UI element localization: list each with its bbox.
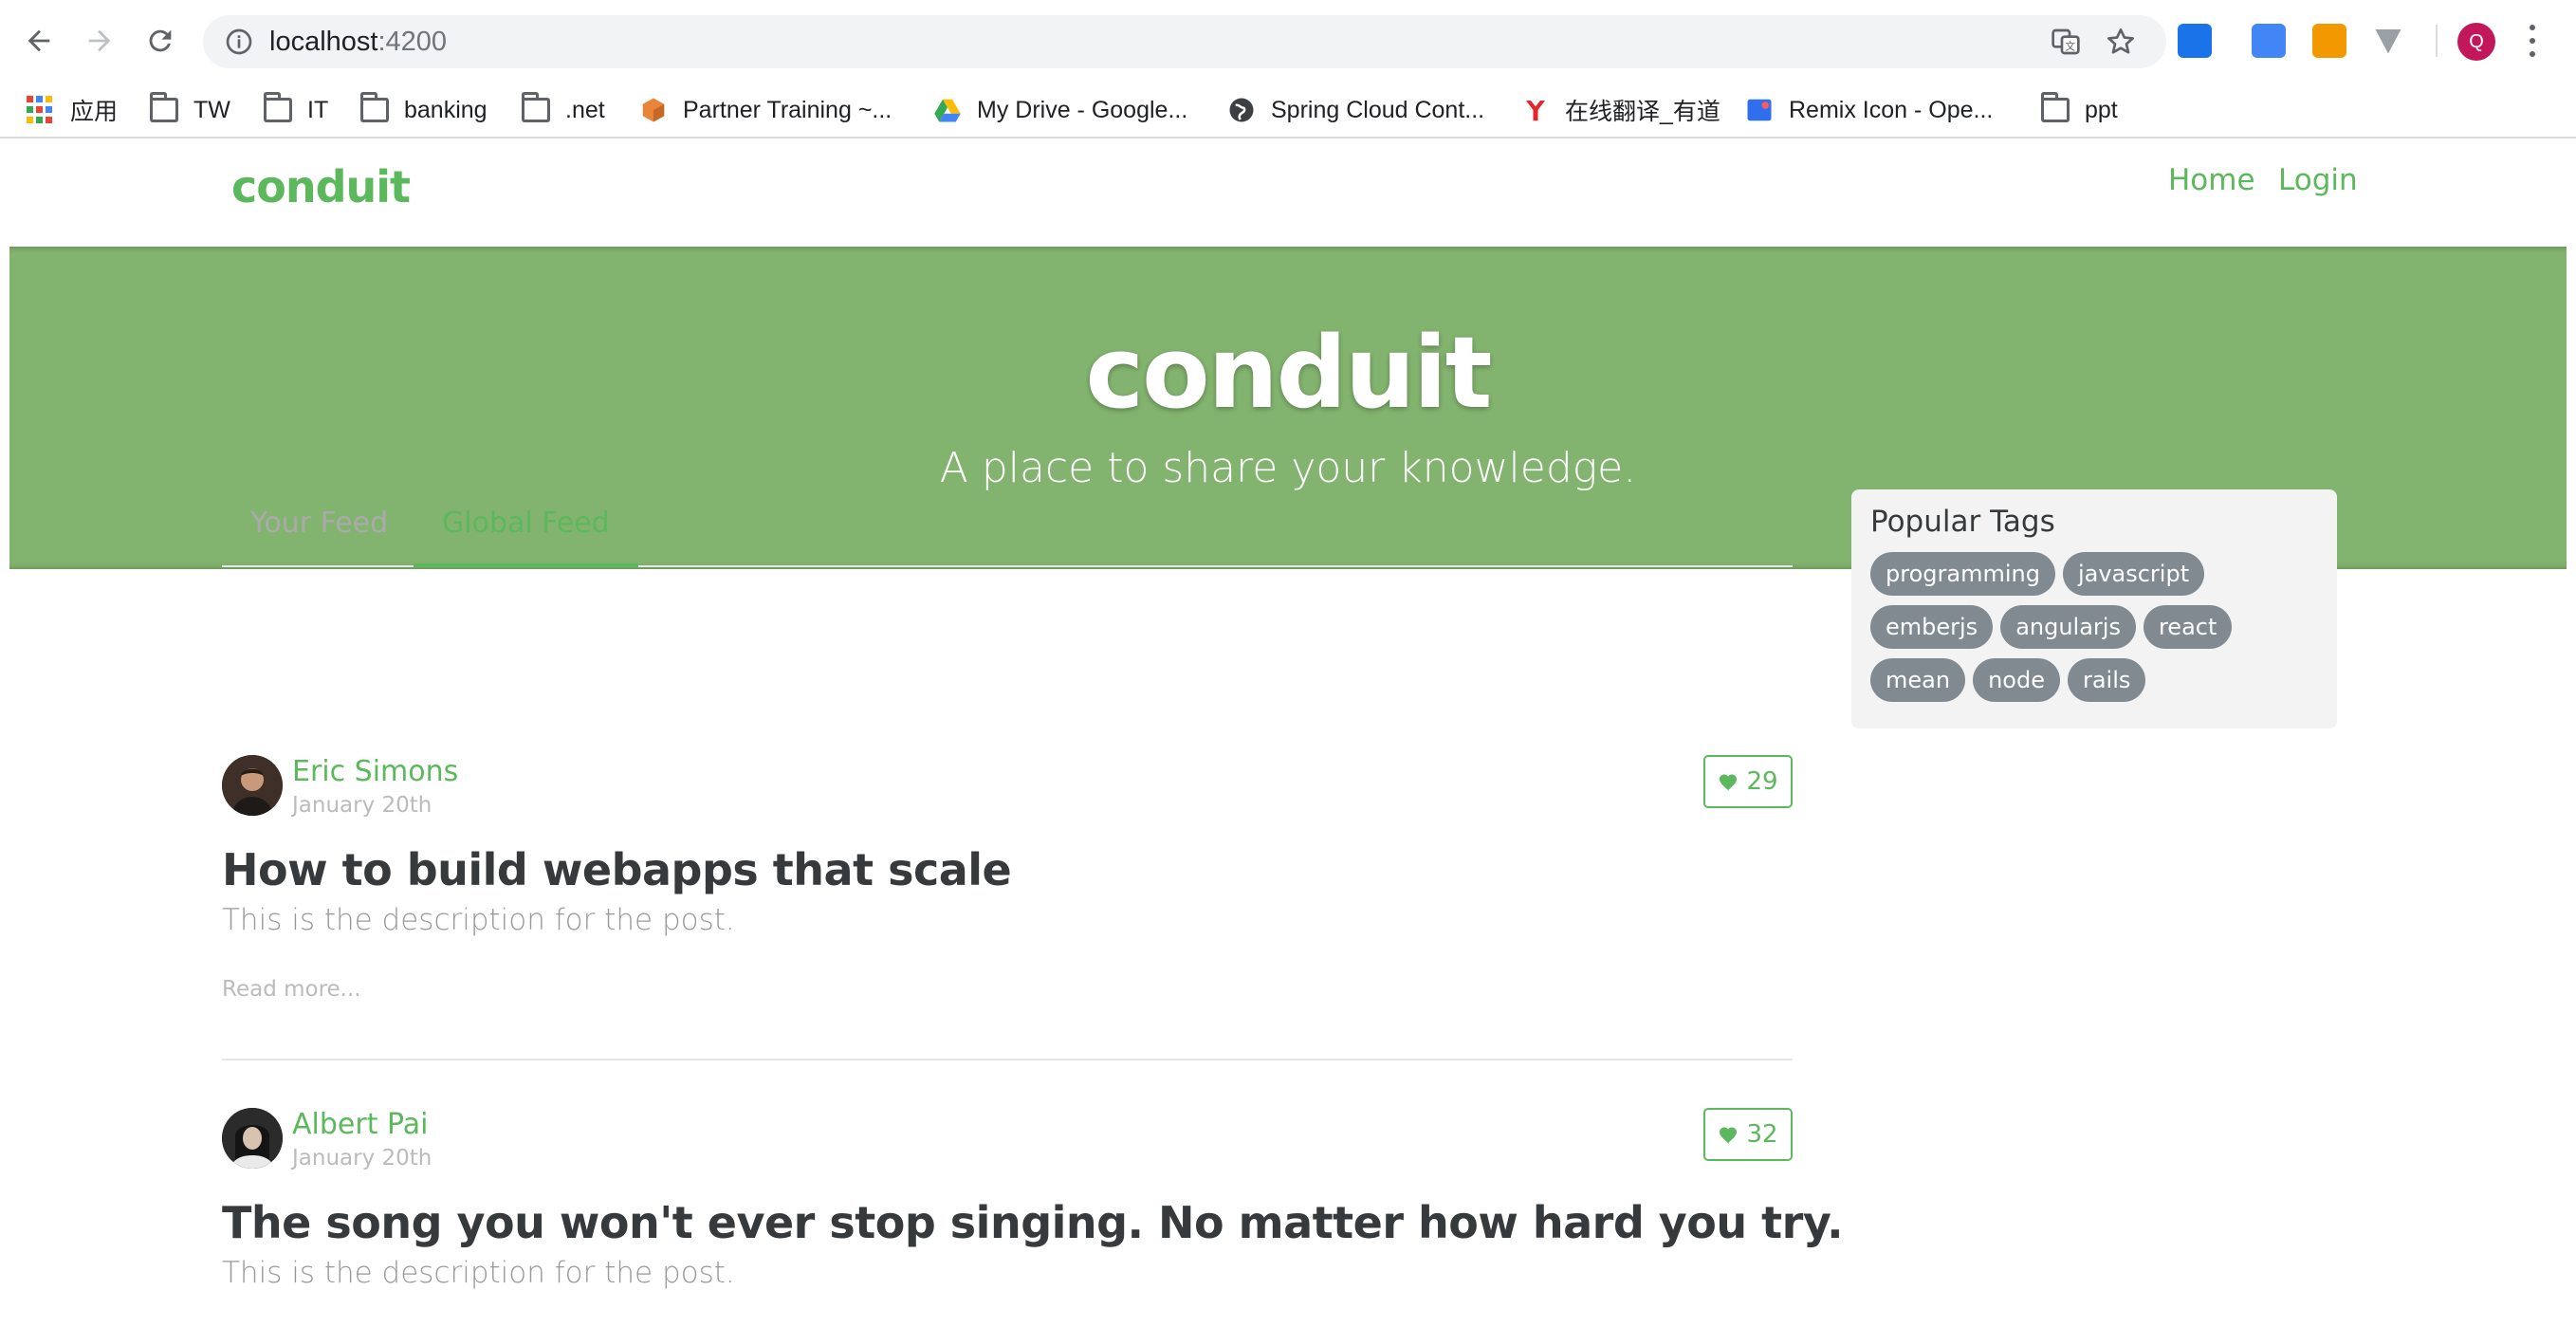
address-bar[interactable]: localhost:4200 文 xyxy=(203,15,2166,68)
tag-pill[interactable]: programming xyxy=(1870,552,2055,596)
bookmark-label: .net xyxy=(565,96,605,123)
bookmark-partner-training[interactable]: Partner Training ~... xyxy=(639,91,892,129)
article-date: January 20th xyxy=(292,1146,432,1170)
bookmark-ppt[interactable]: ppt xyxy=(2041,91,2118,129)
profile-avatar[interactable]: Q xyxy=(2457,23,2495,61)
heart-icon xyxy=(1720,1127,1738,1144)
bookmark-remix-icon[interactable]: Remix Icon - Ope... xyxy=(1745,91,1993,129)
tag-pill[interactable]: mean xyxy=(1870,658,1966,702)
article-date: January 20th xyxy=(292,793,432,818)
drive-icon xyxy=(933,98,962,122)
youdao-icon xyxy=(1521,98,1550,122)
feed-tabs: Your Feed Global Feed xyxy=(222,480,1793,567)
author-avatar[interactable] xyxy=(222,1108,283,1169)
bookmark-label: Remix Icon - Ope... xyxy=(1789,96,1994,123)
reload-icon xyxy=(149,29,172,52)
bookmark-label: Spring Cloud Cont... xyxy=(1271,96,1485,123)
bookmark-label: ppt xyxy=(2085,96,2118,123)
tag-pill[interactable]: rails xyxy=(2067,658,2146,702)
heart-icon xyxy=(1720,774,1738,791)
arrow-left-icon xyxy=(28,29,50,52)
popular-tags-sidebar: Popular Tags programming javascript embe… xyxy=(1851,489,2337,728)
tag-pill[interactable]: node xyxy=(1973,658,2060,702)
url-host: localhost xyxy=(269,27,378,57)
s-extension-icon[interactable] xyxy=(2178,24,2212,58)
apps-icon xyxy=(27,96,55,124)
author-name[interactable]: Eric Simons xyxy=(292,755,458,788)
back-button[interactable] xyxy=(17,19,61,63)
folder-icon xyxy=(150,92,178,122)
article-description: This is the description for the post. xyxy=(222,1256,735,1290)
bookmark-dotnet[interactable]: .net xyxy=(522,91,605,129)
translate-icon[interactable]: 文 xyxy=(2051,27,2081,57)
bookmark-apps[interactable]: 应用 xyxy=(27,91,118,129)
favorite-button[interactable]: 29 xyxy=(1703,755,1793,808)
tag-pill[interactable]: emberjs xyxy=(1870,605,1994,649)
box-icon xyxy=(639,98,668,122)
site-navbar: conduit Home Login xyxy=(9,140,2567,247)
browser-toolbar: localhost:4200 文 Q xyxy=(0,0,2576,82)
bookmark-label: TW xyxy=(193,96,230,123)
bookmark-label: banking xyxy=(404,96,488,123)
orange-extension-icon[interactable] xyxy=(2312,24,2346,58)
banner-title: conduit xyxy=(1085,315,1493,431)
favorite-button[interactable]: 32 xyxy=(1703,1108,1793,1161)
bookmarks-bar: 应用 TW IT banking .net Partner Training ~… xyxy=(0,82,2576,138)
brand-logo[interactable]: conduit xyxy=(231,161,411,212)
nav-login-link[interactable]: Login xyxy=(2278,163,2358,197)
url-port: :4200 xyxy=(377,27,448,57)
article-preview: Eric Simons January 20th 29 How to build… xyxy=(222,755,1793,1068)
folder-icon xyxy=(522,92,550,122)
bookmark-my-drive[interactable]: My Drive - Google... xyxy=(933,91,1187,129)
article-preview: Albert Pai January 20th 32 The song you … xyxy=(222,1108,1844,1326)
bookmark-label: Partner Training ~... xyxy=(683,96,892,123)
tab-your-feed[interactable]: Your Feed xyxy=(222,507,416,567)
author-name[interactable]: Albert Pai xyxy=(292,1108,428,1141)
article-divider xyxy=(222,1059,1793,1060)
tag-list: programming javascript emberjs angularjs… xyxy=(1870,552,2318,702)
bookmark-label: IT xyxy=(307,96,329,123)
favorite-count: 32 xyxy=(1746,1120,1778,1149)
sidebar-title: Popular Tags xyxy=(1870,505,2055,539)
favorite-count: 29 xyxy=(1746,767,1778,796)
tag-pill[interactable]: angularjs xyxy=(2000,605,2136,649)
bookmark-label: My Drive - Google... xyxy=(977,96,1188,123)
remix-icon xyxy=(1745,98,1774,122)
url-text: localhost:4200 xyxy=(269,27,447,57)
folder-icon xyxy=(360,92,389,122)
bookmark-star-icon[interactable] xyxy=(2106,27,2136,57)
translate-extension-icon[interactable] xyxy=(2252,24,2286,58)
nav-home-link[interactable]: Home xyxy=(2168,163,2255,197)
tab-global-feed[interactable]: Global Feed xyxy=(414,507,638,567)
bookmark-spring-cloud[interactable]: Spring Cloud Cont... xyxy=(1227,91,1484,129)
info-icon[interactable] xyxy=(224,27,254,57)
toolbar-divider xyxy=(2436,25,2438,57)
bookmark-label: 应用 xyxy=(70,99,119,125)
v-extension-icon[interactable] xyxy=(2371,24,2405,58)
article-description: This is the description for the post. xyxy=(222,903,735,937)
bookmark-tw[interactable]: TW xyxy=(150,91,230,129)
tag-pill[interactable]: javascript xyxy=(2062,552,2205,596)
bookmark-youdao[interactable]: 在线翻译_有道 xyxy=(1521,91,1720,129)
article-title[interactable]: How to build webapps that scale xyxy=(222,844,1012,895)
reload-button[interactable] xyxy=(138,19,182,63)
bookmark-banking[interactable]: banking xyxy=(360,91,488,129)
browser-menu-icon[interactable] xyxy=(2525,25,2540,57)
read-more-link[interactable]: Read more... xyxy=(222,977,361,1002)
article-title[interactable]: The song you won't ever stop singing. No… xyxy=(222,1197,1844,1248)
folder-icon xyxy=(2041,92,2070,122)
tag-pill[interactable]: react xyxy=(2143,605,2233,649)
arrow-right-icon xyxy=(88,29,111,52)
bookmark-it[interactable]: IT xyxy=(264,91,328,129)
globe-icon xyxy=(1227,98,1256,122)
svg-text:文: 文 xyxy=(2065,41,2075,53)
folder-icon xyxy=(264,92,292,122)
bookmark-label: 在线翻译_有道 xyxy=(1565,99,1720,125)
author-avatar[interactable] xyxy=(222,755,283,816)
forward-button[interactable] xyxy=(78,19,121,63)
